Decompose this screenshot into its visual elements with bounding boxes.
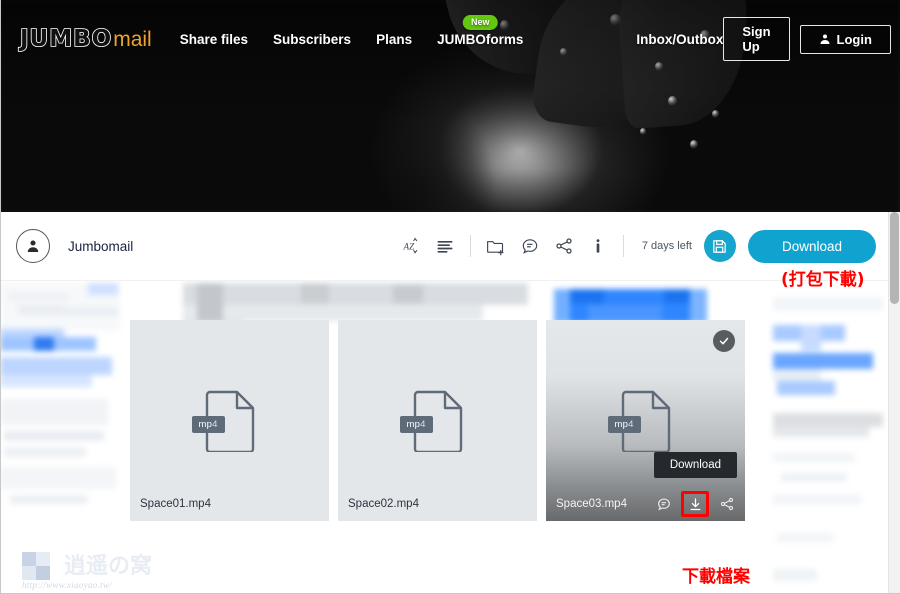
sort-az-icon[interactable]: AZ	[394, 229, 428, 263]
scrollbar[interactable]	[888, 212, 900, 594]
hero-banner: JUMBO mail Share files Subscribers Plans…	[0, 0, 900, 212]
share-icon[interactable]	[547, 229, 581, 263]
browser-page: JUMBO mail Share files Subscribers Plans…	[0, 0, 900, 594]
site-logo[interactable]: JUMBO mail	[19, 25, 152, 53]
file-name: Space02.mp4	[348, 498, 419, 510]
new-badge: New	[462, 14, 498, 30]
blurred-content-right	[773, 281, 888, 594]
list-view-icon[interactable]	[428, 229, 462, 263]
top-navigation-bar: JUMBO mail Share files Subscribers Plans…	[0, 0, 900, 78]
nav-label: Plans	[376, 31, 413, 47]
file-name: Space03.mp4	[556, 498, 627, 510]
file-card-footer: Space02.mp4	[338, 487, 537, 521]
file-name: Space01.mp4	[140, 498, 211, 510]
file-card[interactable]: mp4 Space02.mp4	[338, 320, 537, 521]
panel-body: mp4 Space01.mp4 mp4 Space02.mp4 mp4 Down…	[0, 281, 888, 594]
watermark: 逍遥の窝 http://www.xiaoyao.tw/	[22, 546, 172, 590]
save-to-cloud-button[interactable]	[703, 230, 736, 262]
mp4-file-icon: mp4	[607, 390, 672, 452]
file-card[interactable]: mp4 Space01.mp4	[130, 320, 329, 521]
avatar	[16, 229, 50, 263]
nav-item-subscribers[interactable]: Subscribers	[273, 32, 351, 47]
nav-item-inbox-outbox[interactable]: Inbox/Outbox	[636, 32, 723, 47]
download-icon[interactable]	[681, 491, 709, 517]
download-all-label: Download	[781, 238, 842, 254]
scrollbar-thumb[interactable]	[890, 212, 899, 304]
file-card-hovered[interactable]: mp4 Download Space03.mp4	[546, 320, 745, 521]
nav-actions: Sign Up Login	[723, 17, 900, 61]
sign-up-button[interactable]: Sign Up	[723, 17, 790, 61]
file-card-actions	[655, 491, 735, 517]
info-icon[interactable]	[581, 229, 615, 263]
annotation-download-all: (打包下載)	[781, 270, 865, 290]
watermark-url: http://www.xiaoyao.tw/	[22, 580, 112, 590]
panel-toolbar: AZ 7 days left Download	[394, 229, 876, 263]
user-icon	[819, 33, 831, 45]
expiry-label: 7 days left	[641, 240, 692, 252]
file-transfer-panel: Jumbomail AZ 7 days left Download mp4 Sp…	[0, 212, 888, 594]
nav-label: JUMBOforms	[437, 31, 524, 47]
comment-icon[interactable]	[655, 496, 672, 513]
user-name: Jumbomail	[68, 238, 134, 254]
nav-label: Subscribers	[273, 31, 352, 47]
floppy-save-icon	[713, 239, 727, 253]
blurred-cta-blue	[554, 289, 707, 323]
comment-icon[interactable]	[513, 229, 547, 263]
file-extension-tag: mp4	[607, 415, 641, 433]
file-extension-tag: mp4	[191, 415, 225, 433]
logo-primary-text: JUMBO	[19, 25, 113, 53]
svg-text:AZ: AZ	[402, 241, 415, 251]
mp4-file-icon: mp4	[399, 390, 464, 452]
annotation-download-file: 下載檔案	[682, 567, 750, 587]
download-tooltip: Download	[653, 452, 737, 478]
watermark-cn-text: 逍遥の窝	[64, 554, 153, 579]
user-avatar-icon	[27, 240, 39, 252]
nav-links: Share files Subscribers Plans New JUMBOf…	[180, 14, 723, 47]
nav-label: Share files	[179, 31, 249, 47]
nav-item-plans[interactable]: Plans	[376, 32, 412, 47]
download-all-button[interactable]: Download	[747, 229, 876, 263]
toolbar-divider	[622, 235, 624, 257]
mp4-file-icon: mp4	[191, 390, 256, 452]
file-extension-tag: mp4	[399, 415, 433, 433]
file-card-grid: mp4 Space01.mp4 mp4 Space02.mp4 mp4 Down…	[130, 320, 745, 521]
logo-secondary-text: mail	[113, 28, 152, 51]
login-button[interactable]: Login	[799, 24, 891, 54]
file-card-footer: Space01.mp4	[130, 487, 329, 521]
login-label: Login	[836, 31, 872, 47]
share-icon[interactable]	[718, 496, 735, 513]
panel-header: Jumbomail AZ 7 days left Download	[0, 212, 888, 281]
nav-item-jumboforms[interactable]: New JUMBOforms	[437, 14, 524, 47]
sign-up-label: Sign Up	[742, 24, 771, 54]
nav-label: Inbox/Outbox	[636, 31, 724, 47]
toolbar-divider	[469, 235, 471, 257]
nav-item-share-files[interactable]: Share files	[180, 32, 248, 47]
file-card-footer: Space03.mp4	[546, 487, 745, 521]
new-folder-icon[interactable]	[479, 229, 513, 263]
